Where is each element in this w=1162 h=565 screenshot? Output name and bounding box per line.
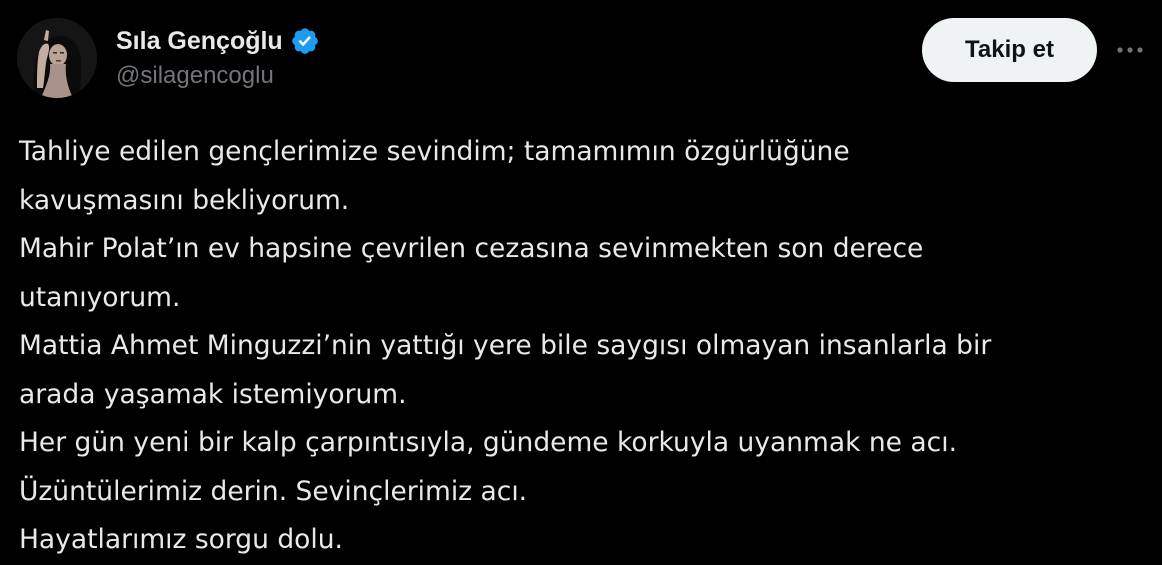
more-horizontal-icon: [1117, 47, 1143, 53]
tweet-text-line: Tahliye edilen gençlerimize sevindim; ta…: [19, 136, 850, 167]
tweet-text-line: Her gün yeni bir kalp çarpıntısıyla, gün…: [19, 427, 957, 458]
tweet-text-line: kavuşmasını bekliyorum.: [19, 184, 350, 216]
tweet-text-line: arada yaşamak istemiyorum.: [19, 378, 407, 410]
display-name[interactable]: Sıla Gençoğlu: [116, 27, 283, 56]
tweet-text-line: Mahir Polat’ın ev hapsine çevrilen cezas…: [19, 233, 924, 264]
avatar-image: [17, 18, 97, 98]
tweet-text-line: Mattia Ahmet Minguzzi’nin yattığı yere b…: [19, 330, 992, 361]
avatar[interactable]: [17, 18, 97, 98]
tweet-text: Tahliye edilen gençlerimize sevindim; ta…: [19, 128, 1154, 565]
follow-button[interactable]: Takip et: [922, 18, 1097, 82]
tweet-text-line: Hayatlarımız sorgu dolu.: [19, 524, 343, 555]
more-options-button[interactable]: [1110, 34, 1150, 66]
tweet-card: Sıla Gençoğlu @silagencoglu Takip et Tah…: [0, 0, 1162, 561]
tweet-text-line: utanıyorum.: [19, 281, 181, 313]
verified-badge-icon[interactable]: [290, 26, 320, 56]
author-name-row: Sıla Gençoğlu: [116, 24, 320, 58]
tweet-text-line: Üzüntülerimiz derin. Sevinçlerimiz acı.: [19, 475, 528, 507]
author-handle[interactable]: @silagencoglu: [116, 62, 274, 90]
